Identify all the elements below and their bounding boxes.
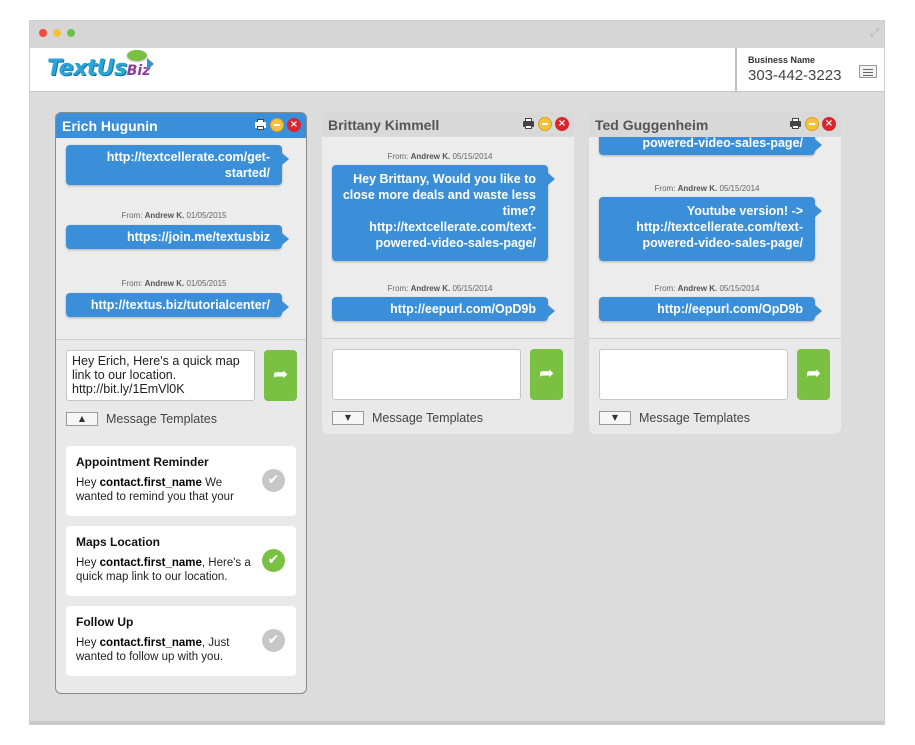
conversation-panel-brittany: Brittany Kimmell × From: Andrew K. 05/15…: [322, 112, 574, 434]
send-button[interactable]: ➦: [797, 349, 830, 400]
menu-icon[interactable]: [859, 65, 877, 78]
expand-icon[interactable]: ⤢: [870, 26, 879, 40]
chevron-down-icon[interactable]: ▼: [332, 411, 364, 425]
message-thread[interactable]: http://textcellerate.com/get-started/ Fr…: [56, 138, 306, 340]
textus-logo: TextUsBiz: [47, 50, 154, 86]
conversation-panel-ted: Ted Guggenheim × powered-video-sales-pag…: [589, 112, 841, 434]
message-bubble: Hey Brittany, Would you like to close mo…: [332, 165, 555, 261]
message-templates-label[interactable]: Message Templates: [639, 411, 750, 425]
panel-header[interactable]: Erich Hugunin ×: [56, 113, 306, 138]
message-meta: From: Andrew K. 01/05/2015: [121, 211, 227, 220]
minimize-icon[interactable]: [538, 117, 552, 131]
message-meta: From: Andrew K. 01/05/2015: [121, 279, 227, 288]
template-card[interactable]: Follow Up Hey contact.first_name, Just w…: [66, 606, 296, 676]
app-header: TextUsBiz Business Name 303-442-3223: [30, 48, 884, 92]
message-meta: From: Andrew K. 05/15/2014: [654, 184, 760, 193]
message-meta: From: Andrew K. 05/15/2014: [387, 284, 493, 293]
compose-area: ➦: [322, 339, 574, 409]
template-body: Hey contact.first_name, Here's a quick m…: [76, 557, 251, 583]
template-title: Maps Location: [76, 535, 161, 549]
templates-toggle-row: ▼ Message Templates: [589, 409, 841, 434]
message-bubble: powered-video-sales-page/: [599, 137, 822, 155]
template-card[interactable]: Maps Location Hey contact.first_name, He…: [66, 526, 296, 596]
close-icon[interactable]: ×: [287, 118, 301, 132]
close-icon[interactable]: ×: [555, 117, 569, 131]
message-input[interactable]: [599, 349, 788, 400]
templates-toggle-row: ▲ Message Templates: [56, 410, 306, 438]
print-icon[interactable]: [789, 117, 802, 130]
contact-name: Brittany Kimmell: [328, 117, 440, 133]
message-templates-label[interactable]: Message Templates: [372, 411, 483, 425]
check-icon[interactable]: ✔: [262, 469, 285, 492]
conversation-panel-erich: Erich Hugunin × http://textcellerate.com…: [55, 112, 307, 694]
template-title: Appointment Reminder: [76, 455, 209, 469]
message-bubble: http://eepurl.com/OpD9b: [599, 297, 822, 321]
app-window: ⤢ TextUsBiz Business Name 303-442-3223 E…: [29, 20, 885, 725]
window-footer: [30, 721, 884, 724]
check-icon[interactable]: ✔: [262, 549, 285, 572]
check-icon[interactable]: ✔: [262, 629, 285, 652]
send-button[interactable]: ➦: [264, 350, 297, 401]
message-input[interactable]: Hey Erich, Here's a quick map link to ou…: [66, 350, 255, 401]
message-bubble: http://eepurl.com/OpD9b: [332, 297, 555, 321]
contact-name: Ted Guggenheim: [595, 117, 709, 133]
window-minimize-dot[interactable]: [53, 29, 61, 37]
business-name-label: Business Name: [748, 55, 816, 65]
close-icon[interactable]: ×: [822, 117, 836, 131]
panel-header[interactable]: Ted Guggenheim ×: [589, 112, 841, 137]
panel-header[interactable]: Brittany Kimmell ×: [322, 112, 574, 137]
minimize-icon[interactable]: [270, 118, 284, 132]
message-bubble: http://textcellerate.com/get-started/: [66, 145, 289, 185]
window-titlebar: ⤢: [30, 21, 884, 48]
compose-area: Hey Erich, Here's a quick map link to ou…: [56, 340, 306, 410]
business-info: Business Name 303-442-3223: [735, 48, 884, 92]
minimize-icon[interactable]: [805, 117, 819, 131]
message-templates-label[interactable]: Message Templates: [106, 412, 217, 426]
business-phone: 303-442-3223: [748, 67, 842, 84]
message-bubble: http://textus.biz/tutorialcenter/: [66, 293, 289, 317]
window-zoom-dot[interactable]: [67, 29, 75, 37]
template-body: Hey contact.first_name, Just wanted to f…: [76, 637, 230, 663]
window-close-dot[interactable]: [39, 29, 47, 37]
message-thread[interactable]: powered-video-sales-page/ From: Andrew K…: [589, 137, 841, 339]
message-bubble: Youtube version! -> http://textcellerate…: [599, 197, 822, 261]
chat-bubble-icon: [127, 50, 154, 70]
template-body: Hey contact.first_name We wanted to remi…: [76, 477, 234, 503]
template-card[interactable]: Appointment Reminder Hey contact.first_n…: [66, 446, 296, 516]
print-icon[interactable]: [522, 117, 535, 130]
message-thread[interactable]: From: Andrew K. 05/15/2014 Hey Brittany,…: [322, 137, 574, 339]
contact-name: Erich Hugunin: [62, 118, 158, 134]
message-meta: From: Andrew K. 05/15/2014: [387, 152, 493, 161]
message-bubble: https://join.me/textusbiz: [66, 225, 289, 249]
template-list: Appointment Reminder Hey contact.first_n…: [56, 438, 306, 693]
message-meta: From: Andrew K. 05/15/2014: [654, 284, 760, 293]
templates-toggle-row: ▼ Message Templates: [322, 409, 574, 434]
chevron-up-icon[interactable]: ▲: [66, 412, 98, 426]
message-input[interactable]: [332, 349, 521, 400]
chevron-down-icon[interactable]: ▼: [599, 411, 631, 425]
template-title: Follow Up: [76, 615, 134, 629]
send-button[interactable]: ➦: [530, 349, 563, 400]
compose-area: ➦: [589, 339, 841, 409]
print-icon[interactable]: [254, 118, 267, 131]
